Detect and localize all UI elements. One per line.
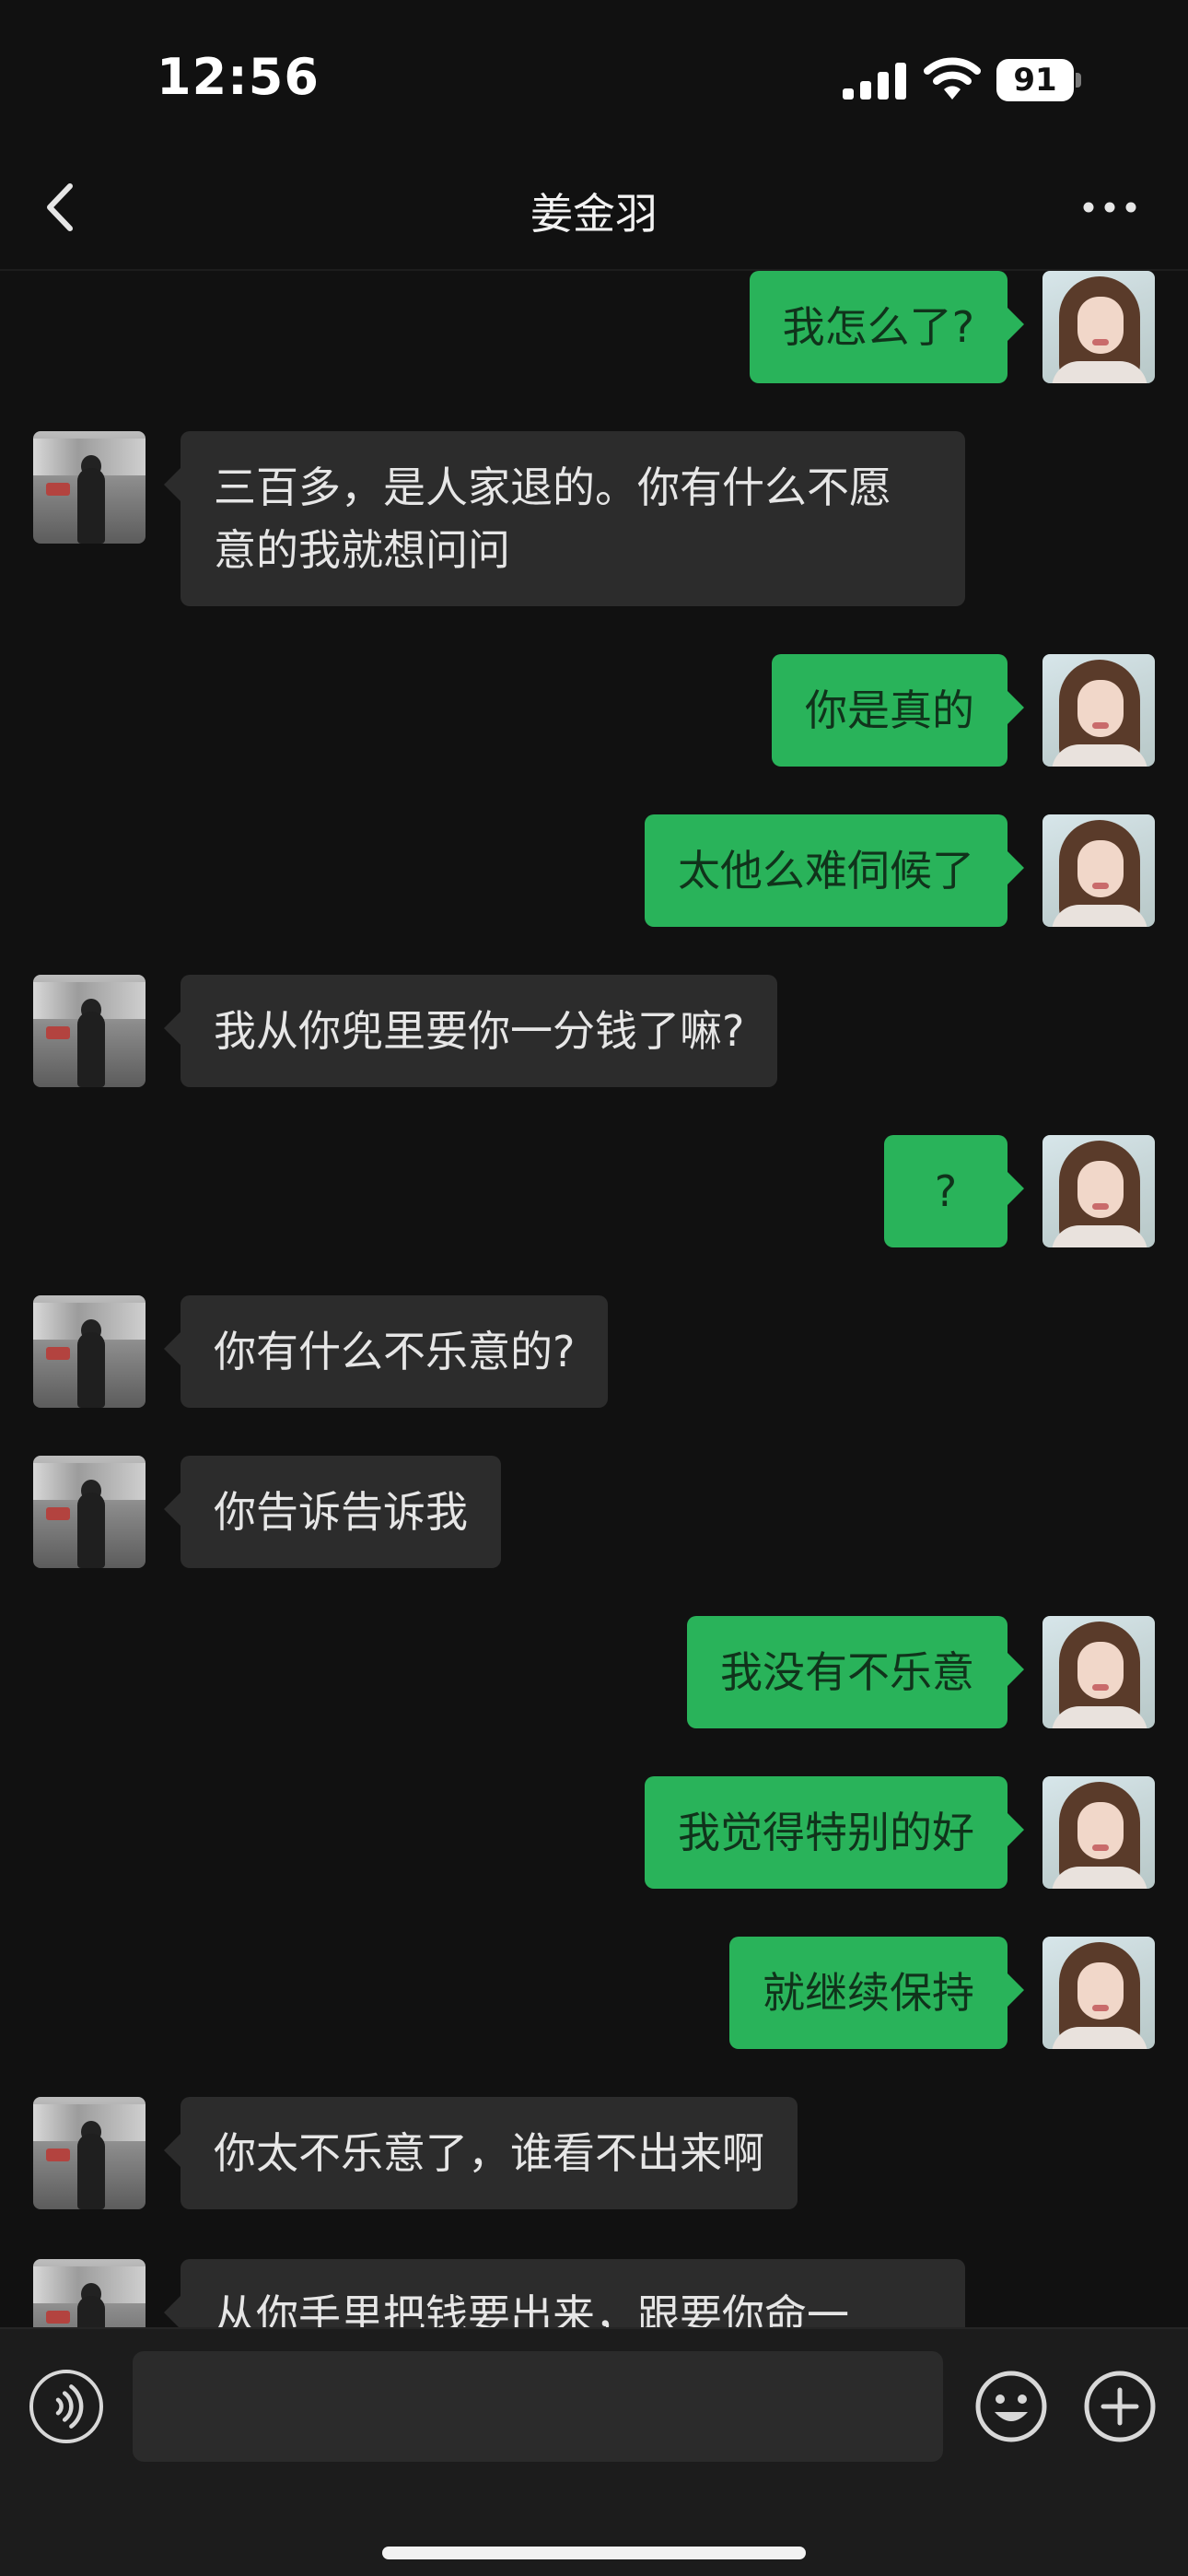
plus-icon[interactable] xyxy=(1083,2370,1157,2443)
incoming-bubble[interactable]: 你太不乐意了，谁看不出来啊 xyxy=(164,2097,798,2209)
incoming-bubble[interactable]: 从你手里把钱要出来，跟要你命一 xyxy=(164,2259,965,2327)
ellipsis-icon[interactable] xyxy=(1077,184,1142,230)
avatar-contact[interactable] xyxy=(33,1295,146,1408)
input-bar xyxy=(0,2327,1188,2576)
avatar-self[interactable] xyxy=(1042,1937,1155,2049)
avatar-self[interactable] xyxy=(1042,271,1155,383)
message-list[interactable]: 我怎么了? 三百多，是人家退的。你有什么不愿意的我就想问问 你是真的 太他么难伺… xyxy=(0,271,1188,2327)
outgoing-bubble[interactable]: ? xyxy=(884,1135,1024,1247)
status-bar: 12:56 91 xyxy=(0,0,1188,147)
outgoing-bubble[interactable]: 我没有不乐意 xyxy=(687,1616,1024,1728)
avatar-self[interactable] xyxy=(1042,654,1155,767)
cellular-signal-icon xyxy=(843,63,906,100)
avatar-contact[interactable] xyxy=(33,431,146,544)
status-time: 12:56 xyxy=(157,48,320,106)
avatar-contact[interactable] xyxy=(33,2097,146,2209)
voice-icon[interactable] xyxy=(29,2370,103,2443)
avatar-contact[interactable] xyxy=(33,2259,146,2327)
chat-title: 姜金羽 xyxy=(530,189,658,239)
avatar-self[interactable] xyxy=(1042,1616,1155,1728)
incoming-bubble[interactable]: 三百多，是人家退的。你有什么不愿意的我就想问问 xyxy=(164,431,965,606)
avatar-contact[interactable] xyxy=(33,1456,146,1568)
incoming-bubble[interactable]: 你有什么不乐意的? xyxy=(163,1295,609,1408)
outgoing-bubble[interactable]: 我觉得特别的好 xyxy=(645,1776,1024,1889)
incoming-bubble[interactable]: 我从你兜里要你一分钱了嘛? xyxy=(163,975,778,1087)
outgoing-bubble[interactable]: 我怎么了? xyxy=(749,271,1025,383)
nav-bar: 姜金羽 xyxy=(0,147,1188,269)
incoming-bubble[interactable]: 你告诉告诉我 xyxy=(164,1456,501,1568)
home-indicator xyxy=(382,2547,806,2559)
outgoing-bubble[interactable]: 太他么难伺候了 xyxy=(645,814,1024,927)
battery-indicator: 91 xyxy=(996,59,1081,101)
avatar-contact[interactable] xyxy=(33,975,146,1087)
battery-level: 91 xyxy=(1013,62,1057,99)
chat-screen: 12:56 91 姜金羽 我怎么了? 三百多，是人家退的。你有什么不愿意的我就想… xyxy=(0,0,1188,2576)
outgoing-bubble[interactable]: 就继续保持 xyxy=(729,1937,1024,2049)
message-input[interactable] xyxy=(133,2351,943,2462)
avatar-self[interactable] xyxy=(1042,1776,1155,1889)
battery-tip xyxy=(1076,73,1081,88)
avatar-self[interactable] xyxy=(1042,1135,1155,1247)
avatar-self[interactable] xyxy=(1042,814,1155,927)
emoji-icon[interactable] xyxy=(974,2370,1048,2443)
wifi-icon xyxy=(924,57,981,100)
outgoing-bubble[interactable]: 你是真的 xyxy=(772,654,1024,767)
